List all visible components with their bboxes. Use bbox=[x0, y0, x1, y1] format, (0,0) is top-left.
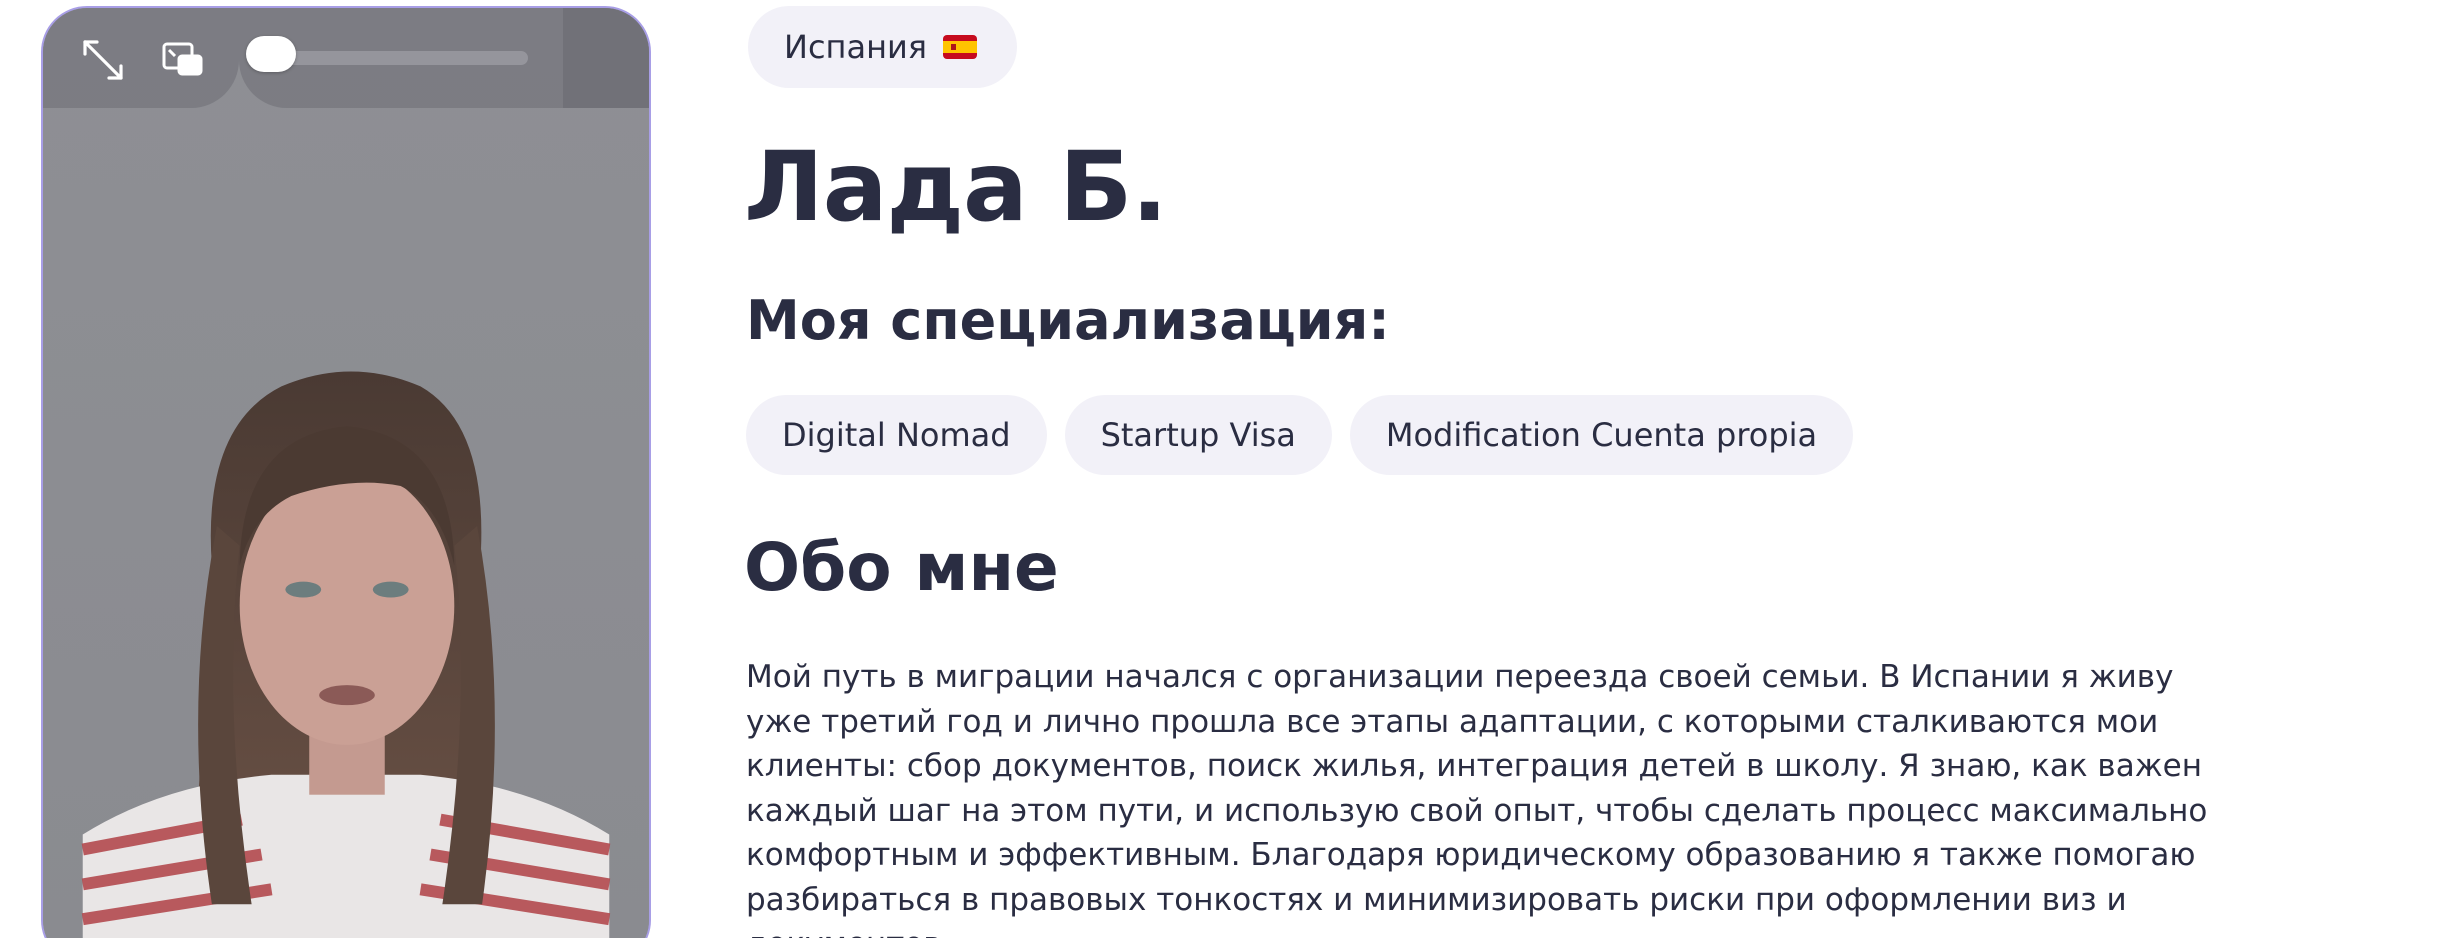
country-chip: Испания bbox=[748, 6, 1018, 88]
specialization-tags: Digital Nomad Startup Visa Modification … bbox=[746, 395, 1854, 475]
specialization-tag: Modification Cuenta propia bbox=[1349, 395, 1854, 475]
about-text: Мой путь в миграции начался с организаци… bbox=[746, 659, 2208, 938]
specialization-title: Моя специализация: bbox=[746, 289, 1390, 352]
volume-track[interactable] bbox=[278, 51, 528, 65]
volume-knob[interactable] bbox=[246, 36, 296, 72]
video-controls-left bbox=[43, 8, 239, 108]
video-controls-corner bbox=[563, 8, 649, 108]
picture-in-picture-icon[interactable] bbox=[155, 32, 211, 88]
country-label: Испания bbox=[784, 28, 928, 66]
expert-profile-page: Испания Лада Б. Моя специализация: Digit… bbox=[0, 0, 2438, 938]
expand-arrows-icon[interactable] bbox=[75, 32, 131, 88]
video-frame bbox=[43, 8, 649, 938]
specialization-tag: Digital Nomad bbox=[746, 395, 1047, 475]
volume-slider[interactable] bbox=[246, 36, 561, 72]
specialization-tag: Startup Visa bbox=[1064, 395, 1332, 475]
expert-name: Лада Б. bbox=[744, 131, 1168, 243]
intro-video-player[interactable] bbox=[41, 6, 651, 938]
spain-flag-icon bbox=[943, 35, 978, 59]
about-title: Обо мне bbox=[744, 529, 1059, 606]
